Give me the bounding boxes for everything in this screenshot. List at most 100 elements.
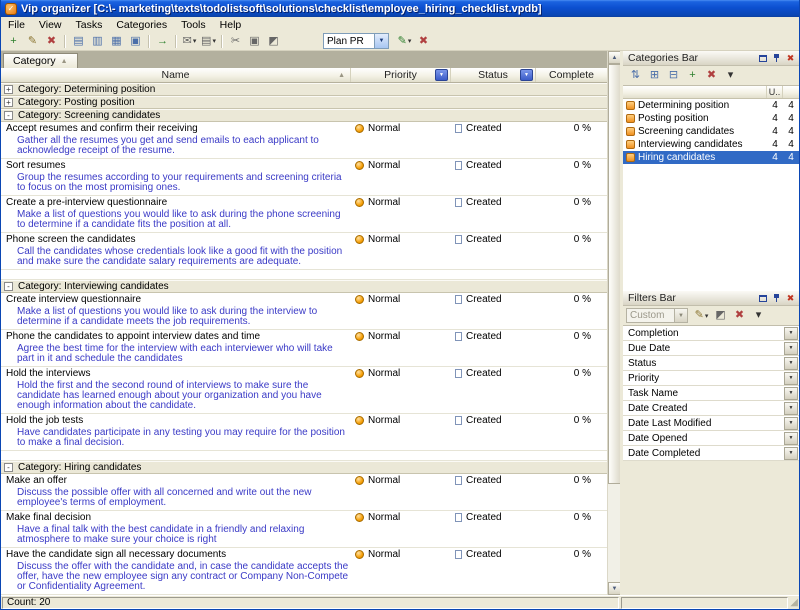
new-task-button[interactable]: + — [4, 33, 23, 50]
filter-dropdown-button[interactable]: ▼ — [784, 432, 798, 445]
filter-row[interactable]: Completion▼ — [623, 326, 799, 341]
filter-dropdown-button[interactable]: ▼ — [784, 372, 798, 385]
filter-row[interactable]: Date Completed▼ — [623, 446, 799, 461]
category-name-column-header[interactable] — [623, 86, 767, 98]
task-note-row[interactable]: Discuss the possible offer with all conc… — [1, 487, 607, 511]
autohide-pin-button[interactable] — [770, 292, 783, 304]
filter-dropdown-button[interactable]: ▼ — [784, 327, 798, 340]
maximize-panel-button[interactable] — [756, 292, 769, 304]
category-row[interactable]: +Category: Posting position — [1, 96, 607, 109]
close-plan-button[interactable]: ✖ — [414, 33, 433, 50]
column-header-status[interactable]: Status ▼ — [451, 68, 536, 82]
autohide-pin-button[interactable] — [770, 52, 783, 64]
menu-categories[interactable]: Categories — [109, 17, 174, 32]
delete-task-button[interactable]: ✖ — [42, 33, 61, 50]
total-column-header[interactable] — [783, 86, 799, 98]
task-note-row[interactable]: Hold the first and the second round of i… — [1, 380, 607, 414]
menu-file[interactable]: File — [1, 17, 32, 32]
copy-button[interactable]: ▣ — [245, 33, 264, 50]
filter-row[interactable]: Date Opened▼ — [623, 431, 799, 446]
chevron-down-icon[interactable]: ▼ — [374, 34, 388, 48]
category-list-item[interactable]: Screening candidates44 — [623, 125, 799, 138]
filter-row[interactable]: Status▼ — [623, 356, 799, 371]
print-button[interactable]: ▤▾ — [199, 33, 218, 50]
collapse-all-button[interactable]: ⊟ — [664, 67, 683, 84]
task-row[interactable]: Phone screen the candidatesNormalCreated… — [1, 233, 607, 246]
filters-menu-button[interactable]: ▾ — [749, 307, 768, 324]
collapse-icon[interactable]: - — [4, 282, 13, 291]
filter-row[interactable]: Task Name▼ — [623, 386, 799, 401]
filter-row[interactable]: Priority▼ — [623, 371, 799, 386]
column-header-name[interactable]: Name ▲ — [1, 68, 351, 82]
category-list-item[interactable]: Determining position44 — [623, 99, 799, 112]
task-row[interactable]: Have the candidate sign all necessary do… — [1, 548, 607, 561]
task-note-row[interactable]: Discuss the offer with the candidate and… — [1, 561, 607, 595]
uncompleted-column-header[interactable]: U.. — [767, 86, 783, 98]
category-row[interactable]: -Category: Hiring candidates — [1, 461, 607, 474]
edit-filter-button[interactable]: ✎▾ — [692, 307, 711, 324]
edit-task-button[interactable]: ✎ — [23, 33, 42, 50]
task-row[interactable]: Accept resumes and confirm their receivi… — [1, 122, 607, 135]
filter-row[interactable]: Due Date▼ — [623, 341, 799, 356]
filter-dropdown-button[interactable]: ▼ — [784, 417, 798, 430]
filter-dropdown-button[interactable]: ▼ — [784, 387, 798, 400]
menu-tools[interactable]: Tools — [174, 17, 213, 32]
collapse-icon[interactable]: - — [4, 111, 13, 120]
task-note-row[interactable]: Make a list of questions you would like … — [1, 209, 607, 233]
category-row[interactable]: -Category: Interviewing candidates — [1, 280, 607, 293]
export-button[interactable]: → — [153, 33, 172, 50]
category-list-item[interactable]: Hiring candidates44 — [623, 151, 799, 164]
priority-filter-button[interactable]: ▼ — [435, 69, 448, 81]
category-row[interactable]: -Category: Screening candidates — [1, 109, 607, 122]
cut-button[interactable]: ✂ — [226, 33, 245, 50]
task-note-row[interactable]: Make a list of questions you would like … — [1, 306, 607, 330]
task-pane-view-button[interactable]: ▥ — [88, 33, 107, 50]
clear-button[interactable]: ◩ — [264, 33, 283, 50]
task-list-view-button[interactable]: ▤ — [69, 33, 88, 50]
filter-preset-selector[interactable]: Custom ▼ — [626, 308, 688, 323]
filter-dropdown-button[interactable]: ▼ — [784, 402, 798, 415]
column-header-complete[interactable]: Complete — [536, 68, 607, 82]
task-row[interactable]: Hold the interviewsNormalCreated0 % — [1, 367, 607, 380]
status-filter-button[interactable]: ▼ — [520, 69, 533, 81]
task-row[interactable]: Hold the job testsNormalCreated0 % — [1, 414, 607, 427]
collapse-icon[interactable]: - — [4, 463, 13, 472]
task-row[interactable]: Make final decisionNormalCreated0 % — [1, 511, 607, 524]
filter-row[interactable]: Date Last Modified▼ — [623, 416, 799, 431]
task-note-row[interactable]: Agree the best time for the interview wi… — [1, 343, 607, 367]
delete-category-button[interactable]: ✖ — [702, 67, 721, 84]
maximize-panel-button[interactable] — [756, 52, 769, 64]
menu-tasks[interactable]: Tasks — [69, 17, 110, 32]
expand-all-button[interactable]: ⊞ — [645, 67, 664, 84]
close-panel-button[interactable]: ✖ — [784, 52, 797, 64]
sort-categories-button[interactable]: ⇅ — [626, 67, 645, 84]
filter-row[interactable]: Date Created▼ — [623, 401, 799, 416]
close-panel-button[interactable]: ✖ — [784, 292, 797, 304]
expand-icon[interactable]: + — [4, 98, 13, 107]
expand-icon[interactable]: + — [4, 85, 13, 94]
column-header-priority[interactable]: Priority ▼ — [351, 68, 451, 82]
vertical-scrollbar[interactable]: ▲ ▼ — [607, 51, 620, 595]
task-note-row[interactable]: Call the candidates whose credentials lo… — [1, 246, 607, 270]
delete-filter-button[interactable]: ✖ — [730, 307, 749, 324]
task-row[interactable]: Sort resumesNormalCreated0 % — [1, 159, 607, 172]
menu-help[interactable]: Help — [213, 17, 249, 32]
task-row[interactable]: Make an offerNormalCreated0 % — [1, 474, 607, 487]
plan-selector[interactable]: Plan PR ▼ — [323, 33, 389, 49]
calendar-view-button[interactable]: ▦ — [107, 33, 126, 50]
task-note-row[interactable]: Have a final talk with the best candidat… — [1, 524, 607, 548]
filter-dropdown-button[interactable]: ▼ — [784, 357, 798, 370]
filter-dropdown-button[interactable]: ▼ — [784, 447, 798, 460]
resize-grip[interactable]: ◢ — [790, 598, 798, 608]
new-category-button[interactable]: + — [683, 67, 702, 84]
task-row[interactable]: Phone the candidates to appoint intervie… — [1, 330, 607, 343]
task-row[interactable]: Create interview questionnaireNormalCrea… — [1, 293, 607, 306]
categories-menu-button[interactable]: ▾ — [721, 67, 740, 84]
edit-plan-button[interactable]: ✎▾ — [395, 33, 414, 50]
category-list-item[interactable]: Interviewing candidates44 — [623, 138, 799, 151]
clear-filter-button[interactable]: ◩ — [711, 307, 730, 324]
notes-view-button[interactable]: ▣ — [126, 33, 145, 50]
group-by-category-tab[interactable]: Category ▲ — [3, 53, 78, 68]
filter-dropdown-button[interactable]: ▼ — [784, 342, 798, 355]
task-row[interactable]: Create a pre-interview questionnaireNorm… — [1, 196, 607, 209]
